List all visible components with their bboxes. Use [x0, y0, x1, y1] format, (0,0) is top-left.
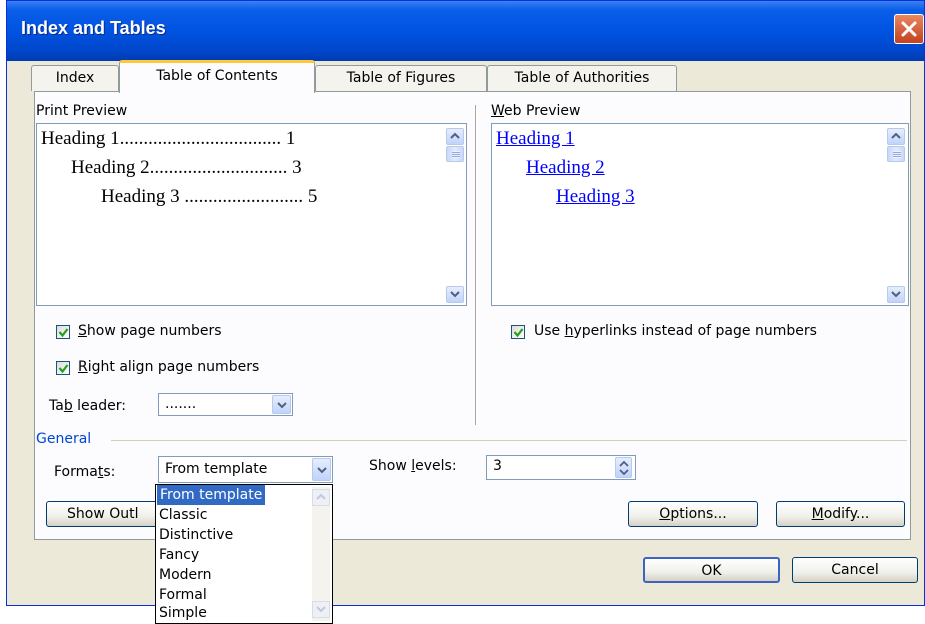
web-preview-link[interactable]: Heading 2 — [526, 157, 605, 179]
chevron-down-icon — [450, 291, 460, 298]
show-levels-label: Show levels: — [369, 458, 457, 474]
options-button[interactable]: Options... — [628, 501, 758, 527]
tab-table-of-contents[interactable]: Table of Contents — [119, 60, 315, 93]
chevron-down-icon — [317, 467, 327, 474]
dropdown-option[interactable]: Formal — [159, 585, 207, 605]
tab-leader-label: Tab leader: — [49, 398, 126, 414]
ok-button[interactable]: OK — [643, 557, 780, 583]
chevron-up-icon — [316, 493, 326, 500]
general-separator — [111, 440, 907, 441]
scroll-thumb[interactable] — [446, 146, 464, 162]
dropdown-option[interactable]: Modern — [159, 565, 212, 585]
dropdown-option[interactable]: From template — [157, 485, 266, 505]
dropdown-option[interactable]: Simple — [159, 603, 207, 623]
chevron-up-icon — [450, 132, 460, 139]
general-group-label: General — [36, 431, 92, 447]
dropdown-option[interactable]: Fancy — [159, 545, 199, 565]
scroll-down-button[interactable] — [312, 601, 330, 618]
dropdown-option[interactable]: Distinctive — [159, 525, 233, 545]
chevron-down-icon — [891, 291, 901, 298]
show-page-numbers-checkbox[interactable] — [56, 325, 70, 339]
spinner-arrows[interactable] — [615, 457, 632, 478]
web-preview-link[interactable]: Heading 3 — [556, 186, 635, 208]
print-preview-line: Heading 1...............................… — [41, 128, 296, 149]
tab-leader-select[interactable]: ....... — [158, 393, 293, 416]
formats-select[interactable]: From template — [158, 456, 333, 483]
tab-index[interactable]: Index — [31, 65, 119, 91]
dropdown-option[interactable]: Classic — [159, 505, 207, 525]
right-align-label: Right align page numbers — [78, 359, 260, 375]
close-icon — [901, 21, 917, 37]
use-hyperlinks-checkbox[interactable] — [511, 325, 525, 339]
right-align-checkbox[interactable] — [56, 361, 70, 375]
scroll-up-button[interactable] — [312, 489, 330, 506]
tab-table-of-figures[interactable]: Table of Figures — [315, 65, 487, 91]
chevron-down-icon — [316, 606, 326, 613]
print-preview-label: Print Preview — [36, 103, 128, 119]
web-preview-box: Heading 1 Heading 2 Heading 3 — [491, 123, 909, 306]
index-and-tables-dialog: Index and Tables Index Table of Contents… — [6, 0, 925, 606]
chevron-down-icon — [277, 402, 287, 409]
scroll-up-button[interactable] — [446, 128, 464, 145]
vertical-divider — [475, 105, 476, 425]
checkmark-icon — [513, 328, 524, 338]
dropdown-arrow[interactable] — [312, 458, 331, 481]
show-levels-spinner[interactable]: 3 — [486, 455, 636, 480]
print-preview-line: Heading 3 ......................... 5 — [101, 186, 318, 207]
scroll-up-button[interactable] — [887, 128, 905, 145]
show-page-numbers-label: Show page numbers — [78, 323, 222, 339]
cancel-button[interactable]: Cancel — [792, 557, 918, 583]
scroll-down-button[interactable] — [887, 286, 905, 303]
title-bar[interactable]: Index and Tables — [7, 1, 924, 61]
tab-table-of-authorities[interactable]: Table of Authorities — [487, 65, 677, 91]
print-preview-line: Heading 2............................. 3 — [71, 157, 302, 178]
checkmark-icon — [58, 364, 69, 374]
close-button[interactable] — [894, 14, 924, 44]
dialog-title: Index and Tables — [21, 18, 166, 38]
formats-label: Formats: — [54, 464, 116, 480]
modify-button[interactable]: Modify... — [776, 501, 905, 527]
checkmark-icon — [58, 328, 69, 338]
chevron-up-icon — [891, 132, 901, 139]
web-preview-label: Web Preview — [491, 103, 581, 119]
spinner-icon — [619, 461, 629, 475]
formats-dropdown-list[interactable]: From template Classic Distinctive Fancy … — [155, 484, 333, 624]
print-preview-box: Heading 1...............................… — [36, 123, 467, 306]
dropdown-arrow[interactable] — [272, 395, 291, 414]
scroll-thumb[interactable] — [887, 146, 905, 162]
web-preview-link[interactable]: Heading 1 — [496, 128, 575, 150]
use-hyperlinks-label: Use hyperlinks instead of page numbers — [534, 323, 817, 339]
web-preview-scrollbar[interactable] — [887, 124, 905, 305]
print-preview-scrollbar[interactable] — [446, 124, 464, 305]
scroll-down-button[interactable] — [446, 286, 464, 303]
dropdown-scrollbar[interactable] — [312, 487, 330, 621]
